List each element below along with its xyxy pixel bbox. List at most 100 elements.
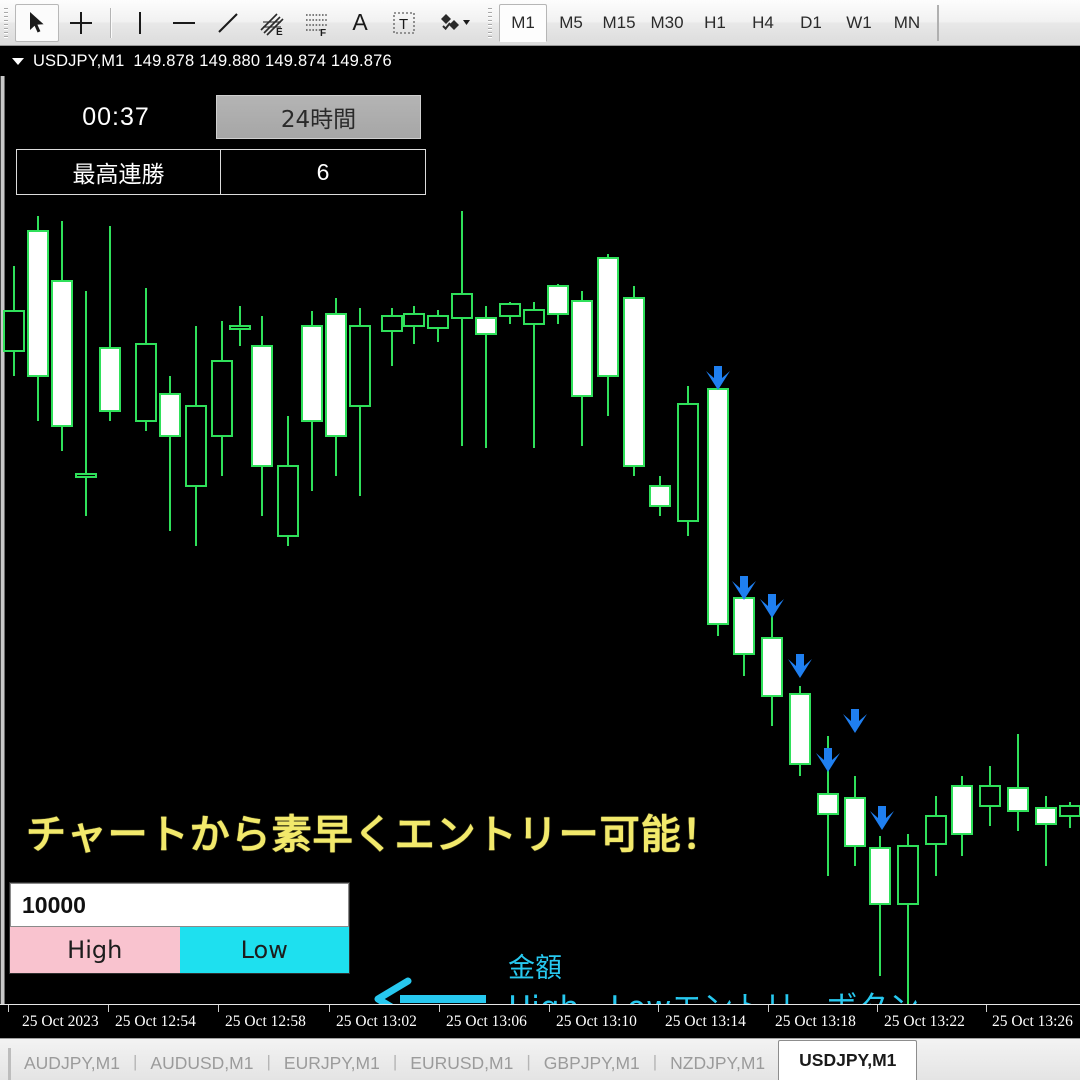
time-axis-tick xyxy=(218,1005,219,1012)
time-axis[interactable]: 25 Oct 2023 25 Oct 12:54 25 Oct 12:58 25 Oc… xyxy=(0,1004,1080,1038)
tab-eurjpy[interactable]: EURJPY,M1 xyxy=(271,1046,393,1080)
timeframe-m15[interactable]: M15 xyxy=(595,4,643,42)
time-axis-label: 25 Oct 13:10 xyxy=(556,1013,637,1030)
candle-body-down xyxy=(677,403,699,522)
cursor-tool-button[interactable] xyxy=(15,3,59,42)
tab-gbpjpy[interactable]: GBPJPY,M1 xyxy=(531,1046,653,1080)
candlestick-series xyxy=(3,211,1080,1004)
tab-usdjpy[interactable]: USDJPY,M1 xyxy=(778,1040,918,1080)
amount-input[interactable]: 10000 xyxy=(10,883,349,927)
time-axis-tick xyxy=(8,1005,9,1012)
timeframe-h4[interactable]: H4 xyxy=(739,4,787,42)
time-axis-label: 25 Oct 2023 xyxy=(22,1013,99,1030)
candle-body-down xyxy=(523,309,545,325)
chevron-down-icon[interactable] xyxy=(12,58,24,65)
candle-body-down xyxy=(925,815,947,845)
toolbar-grip-left[interactable] xyxy=(2,7,11,38)
candle-body-up xyxy=(733,597,755,655)
max-streak-label: 最高連勝 xyxy=(17,150,221,194)
fibonacci-tool-button[interactable]: F xyxy=(294,4,338,42)
toolbar-grip-right[interactable] xyxy=(486,7,495,38)
candle-body-down xyxy=(403,313,425,327)
shapes-tool-button[interactable] xyxy=(426,4,484,42)
entry-panel: 10000 High Low xyxy=(9,882,350,974)
candle-body-down xyxy=(229,325,251,330)
time-axis-tick xyxy=(768,1005,769,1012)
metatrader-window: E F A T M1 M5 M15 M30 H1 H4 D1 W1 MN USD… xyxy=(0,0,1080,1080)
signal-arrow-sell xyxy=(816,748,840,772)
tab-audjpy[interactable]: AUDJPY,M1 xyxy=(11,1046,133,1080)
text-tool-button[interactable]: A xyxy=(338,4,382,42)
signal-arrow-sell xyxy=(843,709,867,733)
timeframe-m1[interactable]: M1 xyxy=(499,3,547,42)
timeframe-h1[interactable]: H1 xyxy=(691,4,739,42)
time-axis-tick xyxy=(986,1005,987,1012)
time-axis-tick xyxy=(658,1005,659,1012)
callout-arrow-icon xyxy=(374,977,486,1004)
svg-text:F: F xyxy=(320,28,326,37)
period-24h-button[interactable]: 24時間 xyxy=(216,95,421,139)
candle-body-up xyxy=(475,317,497,335)
promo-headline: チャートから素早くエントリー可能！ xyxy=(26,812,723,858)
horizontal-line-tool-button[interactable] xyxy=(162,4,206,42)
chart-symbol-label: USDJPY,M1 xyxy=(33,52,125,70)
candle-body-up xyxy=(649,485,671,507)
signal-arrow-sell xyxy=(706,366,730,390)
candle-body-up xyxy=(597,257,619,377)
candle-body-down xyxy=(897,845,919,905)
candle-body-up xyxy=(27,230,49,377)
text-label-t-icon: T xyxy=(393,11,415,34)
timeframe-m5[interactable]: M5 xyxy=(547,4,595,42)
chart-tabbar: AUDJPY,M1 | AUDUSD,M1 | EURJPY,M1 | EURUSD,M1 |… xyxy=(0,1038,1080,1080)
vertical-line-tool-button[interactable] xyxy=(118,4,162,42)
candle-body-up xyxy=(547,285,569,315)
indicator-info-panel: 00:37 24時間 最高連勝 6 xyxy=(16,95,426,195)
candle-body-down xyxy=(185,405,207,487)
letter-a-icon: A xyxy=(352,9,368,35)
tab-eurusd[interactable]: EURUSD,M1 xyxy=(397,1046,526,1080)
chart-canvas[interactable]: 00:37 24時間 最高連勝 6 チャートから素早くエントリー可能！ 1000… xyxy=(0,76,1080,1004)
toolbar-separator-1 xyxy=(110,7,111,38)
candle-body-down xyxy=(1059,805,1080,817)
svg-text:E: E xyxy=(276,27,283,37)
candle-body-down xyxy=(451,293,473,319)
candle-body-down xyxy=(979,785,1001,807)
timeframe-m30[interactable]: M30 xyxy=(643,4,691,42)
text-label-tool-button[interactable]: T xyxy=(382,4,426,42)
candle-body-up xyxy=(789,693,811,765)
signal-arrow-sell xyxy=(788,654,812,678)
candle-body-up xyxy=(951,785,973,835)
time-axis-tick xyxy=(329,1005,330,1012)
candle-body-up xyxy=(251,345,273,467)
candle-body-down xyxy=(499,303,521,317)
chart-header: USDJPY,M1 149.878 149.880 149.874 149.87… xyxy=(0,47,1080,76)
trendline-tool-button[interactable] xyxy=(206,4,250,42)
time-axis-label: 25 Oct 13:22 xyxy=(884,1013,965,1030)
time-axis-tick xyxy=(439,1005,440,1012)
crosshair-tool-button[interactable] xyxy=(59,4,103,42)
candle-body-up xyxy=(1007,787,1029,812)
crosshair-icon xyxy=(70,11,92,34)
timeframe-w1[interactable]: W1 xyxy=(835,4,883,42)
countdown-timer: 00:37 xyxy=(82,102,150,131)
time-axis-label: 25 Oct 12:54 xyxy=(115,1013,196,1030)
horizontal-line-icon xyxy=(173,21,195,24)
candle-body-up xyxy=(571,300,593,397)
high-entry-button[interactable]: High xyxy=(10,927,180,973)
candle-body-down xyxy=(427,315,449,329)
vertical-line-icon xyxy=(139,11,141,34)
candle-body-down xyxy=(381,315,403,332)
timeframe-d1[interactable]: D1 xyxy=(787,4,835,42)
candle-body-up xyxy=(99,347,121,412)
stats-row: 最高連勝 6 xyxy=(16,149,426,195)
candle-body-up xyxy=(817,793,839,815)
tab-audusd[interactable]: AUDUSD,M1 xyxy=(137,1046,266,1080)
candle-body-up xyxy=(623,297,645,467)
timeframe-mn[interactable]: MN xyxy=(883,4,931,42)
low-entry-button[interactable]: Low xyxy=(179,927,349,973)
tab-nzdjpy[interactable]: NZDJPY,M1 xyxy=(657,1046,778,1080)
panel-top-row: 00:37 24時間 xyxy=(16,95,426,139)
signal-arrow-sell xyxy=(732,576,756,600)
diagonal-line-icon xyxy=(218,12,238,33)
equidistant-channel-tool-button[interactable]: E xyxy=(250,4,294,42)
